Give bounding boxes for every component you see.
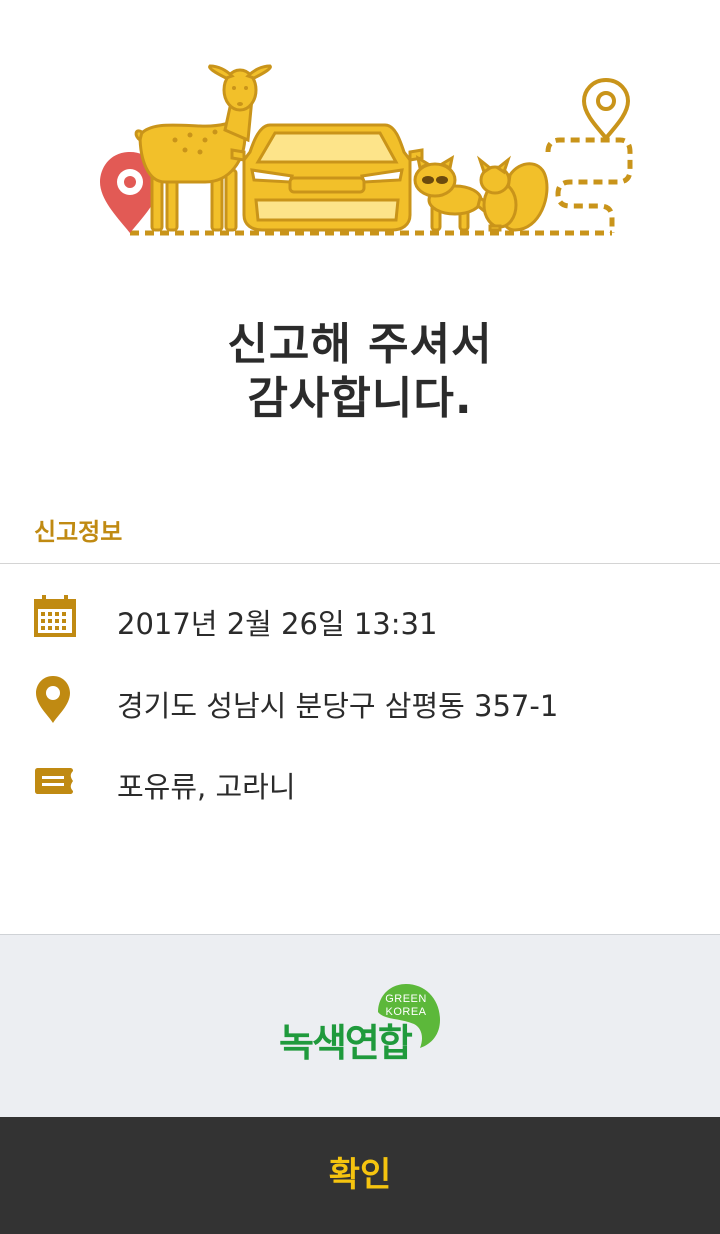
car-figure [230, 123, 424, 232]
confirm-button-label: 확인 [328, 1156, 392, 1194]
hero-illustration [0, 0, 720, 260]
logo-wordmark: 녹색연합 [279, 1021, 413, 1065]
report-location-row: 경기도 성남시 분당구 삼평동 357-1 [0, 675, 720, 725]
winding-path [545, 137, 633, 233]
report-info-title: 신고정보 [34, 518, 123, 546]
calendar-icon [30, 593, 80, 643]
report-animal-row: 포유류, 고라니 [0, 756, 720, 806]
section-divider [0, 563, 720, 564]
report-date-row: 2017년 2월 26일 13:31 [0, 593, 720, 643]
report-animal-text: 포유류, 고라니 [117, 770, 296, 804]
report-location-text: 경기도 성남시 분당구 삼평동 357-1 [117, 689, 559, 723]
squirrel-figure [476, 155, 549, 232]
heading-line-2: 감사합니다. [247, 373, 473, 424]
green-korea-logo: GREEN KOREA 녹색연합 [276, 982, 446, 1065]
confirm-button[interactable]: 확인 [0, 1117, 720, 1234]
tag-icon [30, 756, 80, 806]
location-pin-icon [30, 675, 80, 725]
logo-badge-line-1: GREEN [385, 993, 427, 1005]
report-date-text: 2017년 2월 26일 13:31 [117, 607, 438, 641]
footer-area: GREEN KOREA 녹색연합 [0, 934, 720, 1118]
roadkill-illustration [100, 64, 633, 236]
raccoon-figure [413, 154, 494, 232]
heading-line-1: 신고해 주셔서 [227, 319, 493, 370]
end-pin-icon [581, 77, 631, 142]
thank-you-heading: 신고해 주셔서 감사합니다. [0, 318, 720, 426]
